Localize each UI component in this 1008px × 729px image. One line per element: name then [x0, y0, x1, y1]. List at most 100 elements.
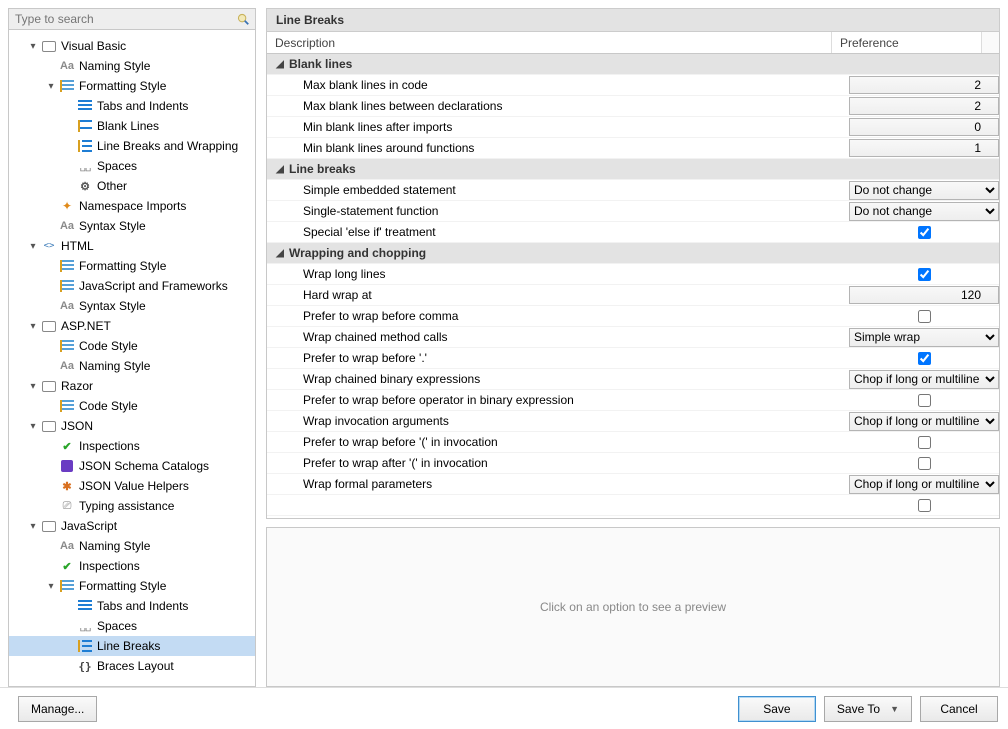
tree-item-label: Other [97, 179, 127, 193]
tree-item-label: Namespace Imports [79, 199, 186, 213]
checkbox-input[interactable] [918, 457, 931, 470]
checkbox-input[interactable] [918, 268, 931, 281]
option-row: Wrap formal parametersDo not changeSimpl… [267, 474, 999, 495]
number-input[interactable] [849, 76, 999, 94]
tree-item-json-value-helpers[interactable]: ✱ JSON Value Helpers [9, 476, 255, 496]
number-input[interactable] [849, 97, 999, 115]
tree-item-blank-lines[interactable]: Blank Lines [9, 116, 255, 136]
option-label: Simple embedded statement [303, 183, 456, 197]
tree-item-spaces[interactable]: ␣␣Spaces [9, 156, 255, 176]
search-icon[interactable] [235, 11, 251, 27]
option-label: Wrap chained method calls [303, 330, 448, 344]
tree-item-icon: <> [41, 238, 57, 254]
tree-item-label: Syntax Style [79, 219, 146, 233]
option-description: Wrap chained method calls [267, 330, 849, 344]
tree-item-label: Spaces [97, 159, 137, 173]
tree-toggle-icon[interactable] [27, 320, 39, 332]
select-input[interactable]: Do not changeSimple wrapChop if long or … [849, 202, 999, 221]
tree-item-code-style[interactable]: Code Style [9, 396, 255, 416]
option-label: Wrap long lines [303, 267, 386, 281]
tree-item-json[interactable]: JSON [9, 416, 255, 436]
select-input[interactable]: Do not changeSimple wrapChop if long or … [849, 328, 999, 347]
save-to-button[interactable]: Save To ▼ [824, 696, 912, 722]
option-description: Single-statement function [267, 204, 849, 218]
option-row: Wrap long lines [267, 264, 999, 285]
tree-toggle-icon[interactable] [27, 240, 39, 252]
option-description: Hard wrap at [267, 288, 849, 302]
tree-item-braces-layout[interactable]: {}Braces Layout [9, 656, 255, 676]
tree-toggle-icon[interactable] [27, 380, 39, 392]
tree-item-tabs-and-indents[interactable]: Tabs and Indents [9, 596, 255, 616]
tree-item-asp-net[interactable]: ASP.NET [9, 316, 255, 336]
number-input[interactable] [849, 118, 999, 136]
option-description: Prefer to wrap before '.' [267, 351, 849, 365]
tree-item-other[interactable]: ⚙Other [9, 176, 255, 196]
option-value-cell: Do not changeSimple wrapChop if long or … [849, 202, 999, 221]
tree-item-visual-basic[interactable]: Visual Basic [9, 36, 255, 56]
select-input[interactable]: Do not changeSimple wrapChop if long or … [849, 370, 999, 389]
tree-item-json-schema-catalogs[interactable]: JSON Schema Catalogs [9, 456, 255, 476]
checkbox-input[interactable] [918, 436, 931, 449]
tree-toggle-icon[interactable] [45, 80, 57, 92]
tree-item-icon: ✦ [59, 198, 75, 214]
tree-toggle-icon[interactable] [27, 40, 39, 52]
col-description[interactable]: Description [267, 32, 832, 53]
tree-item-icon [77, 118, 93, 134]
tree-item-naming-style[interactable]: AaNaming Style [9, 56, 255, 76]
option-row: Wrap invocation argumentsDo not changeSi… [267, 411, 999, 432]
tree-item-typing-assistance[interactable]: ⎚Typing assistance [9, 496, 255, 516]
tree-item-line-breaks[interactable]: Line Breaks [9, 636, 255, 656]
option-value-cell [849, 223, 999, 242]
category-row[interactable]: ◢Wrapping and chopping [267, 243, 999, 264]
col-preference[interactable]: Preference [832, 32, 982, 53]
tree-item-syntax-style[interactable]: AaSyntax Style [9, 216, 255, 236]
tree-item-inspections[interactable]: ✔Inspections [9, 436, 255, 456]
tree-item-tabs-and-indents[interactable]: Tabs and Indents [9, 96, 255, 116]
tree-item-html[interactable]: <>HTML [9, 236, 255, 256]
tree-item-label: JSON Value Helpers [79, 479, 189, 493]
nav-tree[interactable]: Visual BasicAaNaming StyleFormatting Sty… [8, 30, 256, 687]
option-value-cell [849, 391, 999, 410]
checkbox-input[interactable] [918, 226, 931, 239]
tree-item-code-style[interactable]: Code Style [9, 336, 255, 356]
tree-toggle-icon[interactable] [45, 580, 57, 592]
option-description: ◢Line breaks [267, 162, 849, 176]
tree-item-line-breaks-and-wrapping[interactable]: Line Breaks and Wrapping [9, 136, 255, 156]
save-button[interactable]: Save [738, 696, 816, 722]
option-row: Wrap chained binary expressionsDo not ch… [267, 369, 999, 390]
tree-item-formatting-style[interactable]: Formatting Style [9, 256, 255, 276]
tree-item-spaces[interactable]: ␣␣Spaces [9, 616, 255, 636]
category-row[interactable]: ◢Line breaks [267, 159, 999, 180]
tree-item-icon: ✱ [59, 478, 75, 494]
option-value-cell [849, 286, 999, 304]
category-row[interactable]: ◢Blank lines [267, 54, 999, 75]
cancel-button[interactable]: Cancel [920, 696, 998, 722]
tree-item-label: JavaScript and Frameworks [79, 279, 228, 293]
manage-button[interactable]: Manage... [18, 696, 97, 722]
tree-item-syntax-style[interactable]: AaSyntax Style [9, 296, 255, 316]
checkbox-input[interactable] [918, 394, 931, 407]
tree-item-namespace-imports[interactable]: ✦ Namespace Imports [9, 196, 255, 216]
number-input[interactable] [849, 139, 999, 157]
tree-item-formatting-style[interactable]: Formatting Style [9, 76, 255, 96]
number-input[interactable] [849, 286, 999, 304]
option-description: Wrap formal parameters [267, 477, 849, 491]
select-input[interactable]: Do not changeSimple wrapChop if long or … [849, 475, 999, 494]
checkbox-input[interactable] [918, 352, 931, 365]
select-input[interactable]: Do not changeSimple wrapChop if long or … [849, 412, 999, 431]
select-input[interactable]: Do not changeSimple wrapChop if long or … [849, 181, 999, 200]
checkbox-input[interactable] [918, 310, 931, 323]
tree-item-javascript-and-frameworks[interactable]: JavaScript and Frameworks [9, 276, 255, 296]
checkbox-input[interactable] [918, 499, 931, 512]
search-input[interactable] [13, 11, 235, 27]
tree-toggle-icon[interactable] [27, 420, 39, 432]
tree-toggle-icon[interactable] [27, 520, 39, 532]
tree-item-razor[interactable]: Razor [9, 376, 255, 396]
tree-item-naming-style[interactable]: AaNaming Style [9, 536, 255, 556]
tree-item-icon: ✔ [59, 558, 75, 574]
tree-item-formatting-style[interactable]: Formatting Style [9, 576, 255, 596]
tree-item-naming-style[interactable]: AaNaming Style [9, 356, 255, 376]
main-pane: Line Breaks Description Preference ◢Blan… [266, 8, 1000, 687]
tree-item-inspections[interactable]: ✔Inspections [9, 556, 255, 576]
tree-item-javascript[interactable]: JavaScript [9, 516, 255, 536]
